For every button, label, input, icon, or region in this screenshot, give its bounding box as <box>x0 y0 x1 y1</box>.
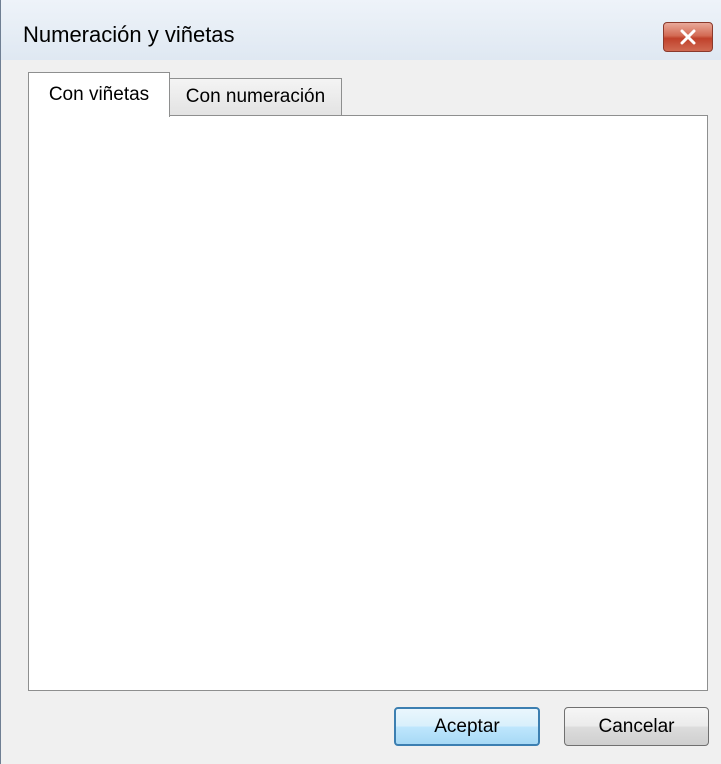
cancel-button[interactable]: Cancelar <box>564 707 709 746</box>
close-button[interactable] <box>663 22 713 52</box>
close-icon <box>680 29 696 45</box>
tab-con-numeracion[interactable]: Con numeración <box>169 78 342 116</box>
title-bar[interactable]: Numeración y viñetas <box>1 0 721 60</box>
tab-con-vinetas[interactable]: Con viñetas <box>28 72 170 117</box>
accept-button[interactable]: Aceptar <box>394 707 540 746</box>
dialog-title: Numeración y viñetas <box>23 22 235 47</box>
tab-panel <box>28 115 708 691</box>
dialog-window: Numeración y viñetas Con viñetas Con num… <box>0 0 721 764</box>
